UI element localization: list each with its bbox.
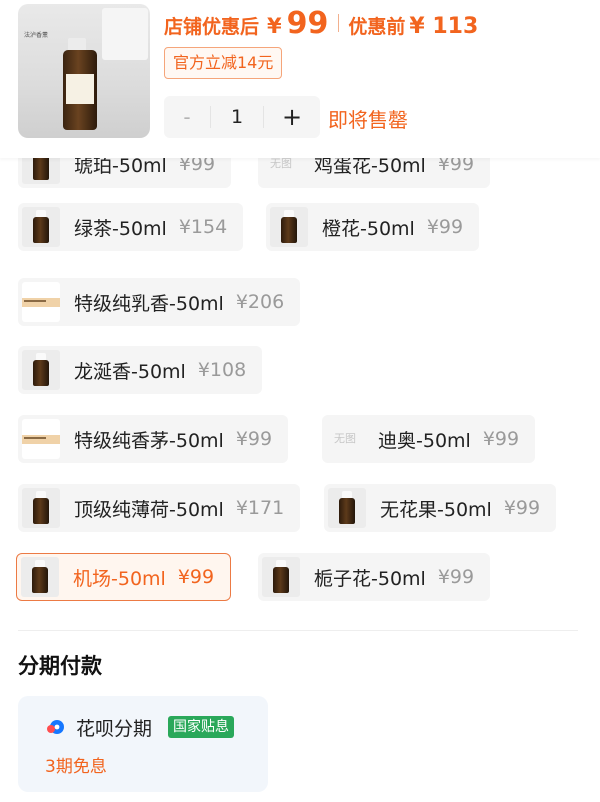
option-name: 机场-50ml (73, 567, 166, 590)
option-name: 栀子花-50ml (314, 567, 426, 590)
quantity-input[interactable]: 1 (210, 106, 264, 128)
interest-free-label: 3期免息 (45, 757, 107, 777)
price-divider (338, 14, 340, 32)
stock-status: 即将售罄 (328, 108, 408, 132)
option-price: ¥99 (235, 428, 273, 450)
subsidy-badge: 国家贴息 (168, 716, 234, 738)
bottle-label (66, 74, 94, 104)
shop-card (102, 8, 148, 60)
before-discount-label: 优惠前 (348, 16, 406, 38)
shop-card-text: 法泸香薰 (24, 32, 49, 39)
option-name: 绿茶-50ml (74, 217, 167, 240)
product-thumbnail: 法泸香薰 (18, 4, 150, 138)
bottle-thumb (22, 350, 60, 390)
option-chip-green-tea[interactable]: 绿茶-50ml ¥154 (18, 203, 244, 251)
option-name: 橙花-50ml (322, 217, 415, 240)
option-chip-frankincense[interactable]: 特级纯乳香-50ml ¥206 (18, 278, 301, 326)
after-discount-label: 店铺优惠后 (164, 16, 260, 38)
after-discount-price: 99 (286, 6, 329, 41)
bottle-thumb (262, 557, 300, 597)
option-name: 无花果-50ml (380, 498, 492, 521)
option-price: ¥99 (177, 566, 215, 588)
bottle-thumb (21, 557, 59, 597)
option-price: ¥108 (197, 359, 247, 381)
coupon-badge: 官方立减14元 (164, 47, 283, 79)
option-price: ¥99 (437, 566, 475, 588)
option-name: 特级纯香茅-50ml (74, 429, 224, 452)
option-chip-ambergris[interactable]: 龙涎香-50ml ¥108 (18, 346, 263, 394)
option-name: 龙涎香-50ml (74, 360, 186, 383)
product-summary-header: 法泸香薰 店铺优惠后 ¥ 99 优惠前 ¥ 113 官方立减14元 - 1 + … (0, 0, 600, 158)
option-name: 顶级纯薄荷-50ml (74, 498, 224, 521)
option-price: ¥99 (503, 497, 541, 519)
option-chip-fig[interactable]: 无花果-50ml ¥99 (324, 484, 557, 532)
bottle-thumb (328, 488, 366, 528)
option-chip-dior[interactable]: 无图 迪奥-50ml ¥99 (322, 415, 536, 463)
bottle-thumb (22, 207, 60, 247)
section-divider (18, 630, 578, 631)
before-discount-price: ¥ 113 (409, 14, 479, 39)
option-chip-gardenia[interactable]: 栀子花-50ml ¥99 (258, 553, 491, 601)
no-image-placeholder: 无图 (334, 432, 356, 445)
option-chip-airport-selected[interactable]: 机场-50ml ¥99 (16, 553, 232, 601)
option-chip-citronella[interactable]: 特级纯香茅-50ml ¥99 (18, 415, 289, 463)
option-chip-peppermint[interactable]: 顶级纯薄荷-50ml ¥171 (18, 484, 301, 532)
huabei-installment-card[interactable]: 花呗分期 国家贴息 3期免息 (18, 696, 268, 792)
option-name: 迪奥-50ml (378, 429, 471, 452)
increase-button[interactable]: + (264, 103, 320, 131)
option-price: ¥99 (482, 428, 520, 450)
option-chip-neroli[interactable]: 橙花-50ml ¥99 (266, 203, 480, 251)
label-thumb (22, 282, 60, 322)
price-line: 店铺优惠后 ¥ 99 优惠前 ¥ 113 (164, 6, 479, 41)
decrease-button[interactable]: - (164, 105, 210, 129)
option-price: ¥206 (235, 291, 285, 313)
huabei-icon (47, 720, 64, 734)
installment-method-name: 花呗分期 (76, 718, 153, 740)
label-thumb (22, 419, 60, 459)
option-name: 特级纯乳香-50ml (74, 292, 224, 315)
option-price: ¥171 (235, 497, 285, 519)
installment-section-title: 分期付款 (18, 654, 102, 678)
option-price: ¥99 (426, 216, 464, 238)
bottle-thumb (270, 207, 308, 247)
quantity-stepper: - 1 + (164, 96, 320, 138)
bottle-thumb (22, 488, 60, 528)
currency-symbol: ¥ (267, 14, 282, 38)
option-price: ¥154 (178, 216, 228, 238)
